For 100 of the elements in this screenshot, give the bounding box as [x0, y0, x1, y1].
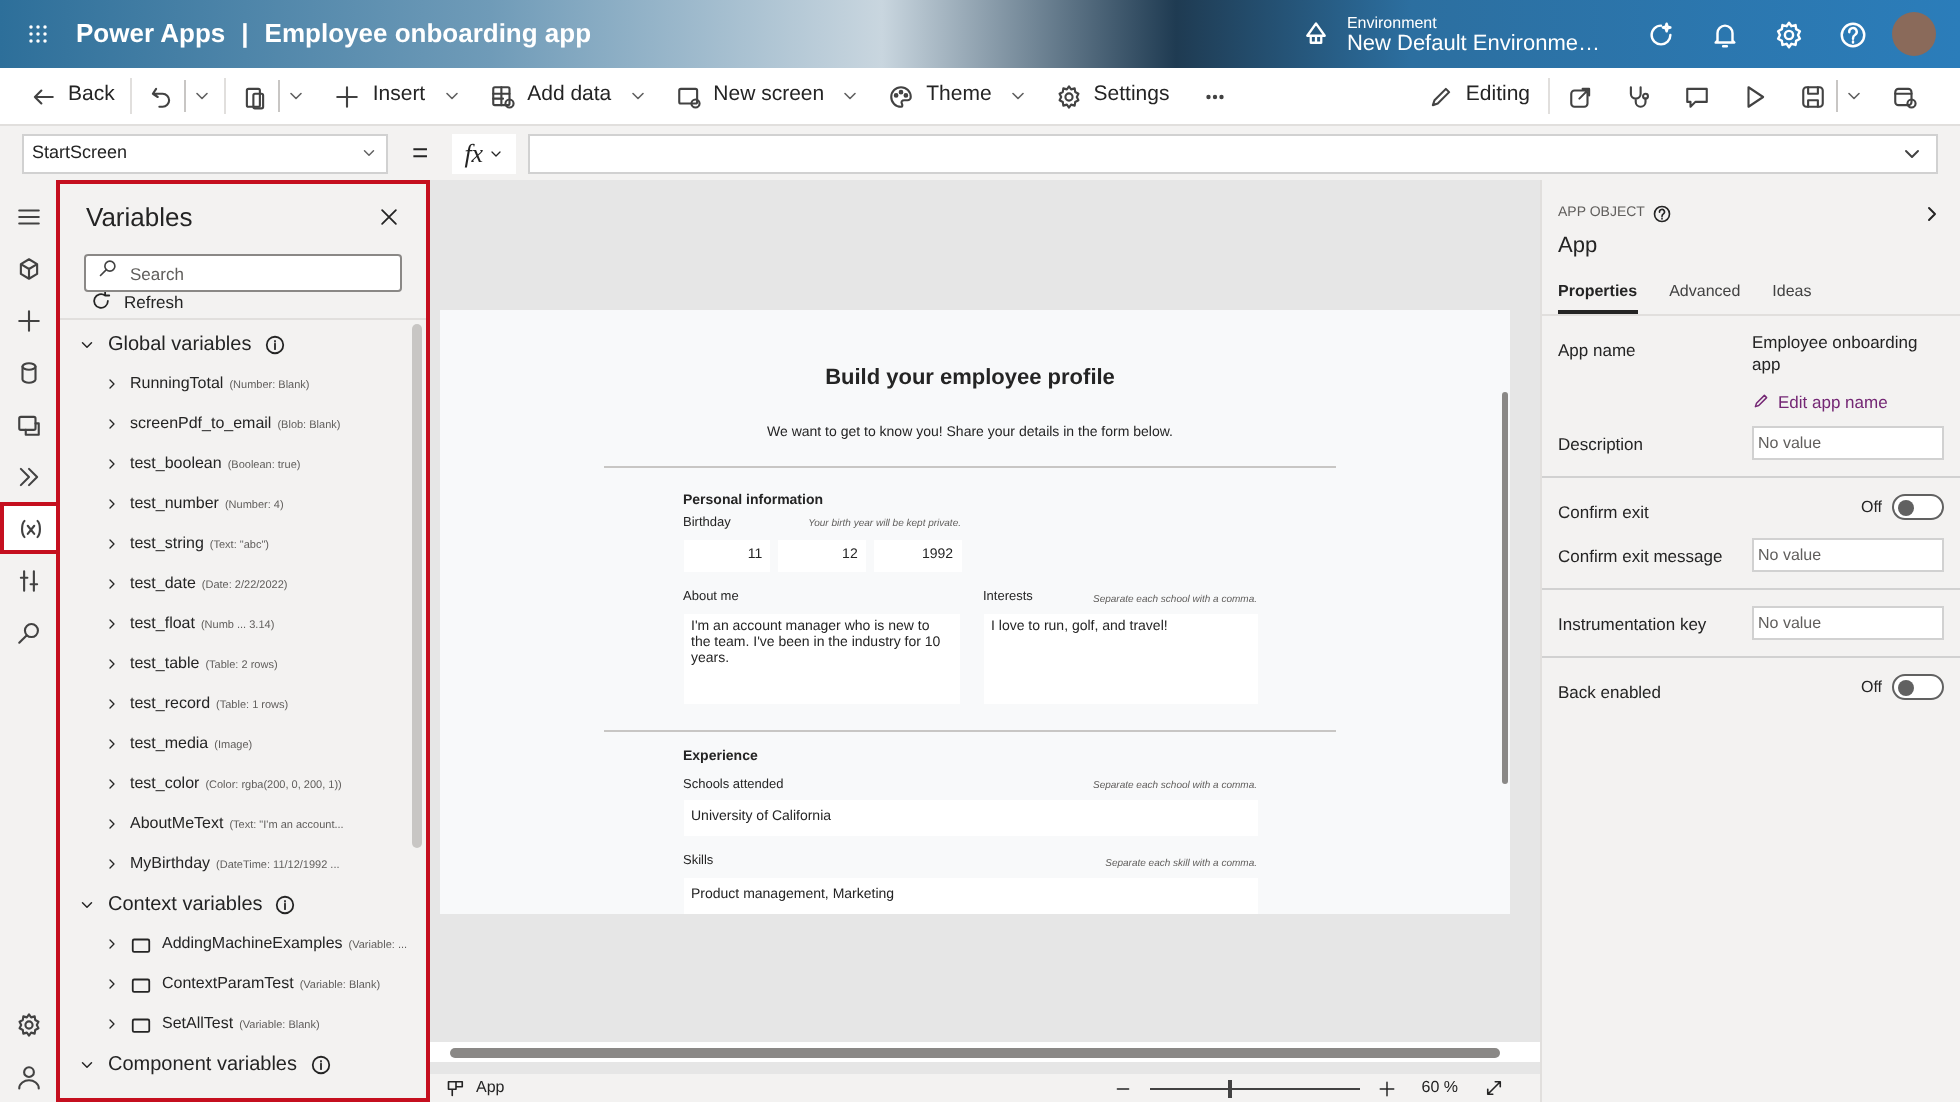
properties-tab[interactable]: Advanced [1669, 279, 1741, 313]
expand-button[interactable] [104, 536, 120, 553]
variable-name[interactable]: MyBirthday [130, 852, 211, 877]
toolbar-button[interactable]: Settings [1045, 74, 1180, 118]
slider-thumb[interactable] [1227, 1079, 1232, 1097]
edit-link[interactable]: Edit app name [1752, 389, 1944, 415]
expand-button[interactable] [104, 616, 120, 633]
screen-name[interactable]: App [476, 1076, 505, 1100]
toggle-switch[interactable] [1892, 494, 1944, 521]
scrollbar[interactable] [450, 1047, 1500, 1057]
property-label: Confirm exit [1558, 500, 1649, 526]
rectangle-icon [130, 1013, 152, 1036]
table-icon [489, 83, 516, 109]
variable-name[interactable]: test_number [130, 492, 219, 517]
search-icon [98, 257, 118, 277]
variable-name[interactable]: test_color [130, 772, 200, 797]
properties-tab[interactable]: Properties [1558, 279, 1638, 313]
environment-name: New Default Environme… [1346, 34, 1600, 56]
zoom-in-button[interactable] [1377, 1079, 1396, 1097]
app-launcher-button[interactable] [24, 20, 52, 48]
expand-button[interactable] [104, 776, 120, 793]
chevron-right-icon [104, 456, 120, 473]
variable-name[interactable]: SetAllTest [162, 1012, 234, 1037]
toolbar-button[interactable]: Theme [878, 74, 1002, 118]
scrollbar[interactable] [412, 324, 422, 849]
plus-icon [1377, 1079, 1396, 1097]
database-icon [15, 359, 41, 385]
refresh-button[interactable]: Refresh [90, 289, 426, 315]
property-value: Employee onboarding app [1752, 331, 1920, 375]
variable-name[interactable]: AddingMachineExamples [162, 932, 343, 957]
variable-name[interactable]: test_string [130, 532, 204, 557]
toolbar-button[interactable]: Insert [324, 74, 436, 118]
toolbar-button[interactable]: New screen [665, 74, 835, 118]
variable-name[interactable]: test_boolean [130, 452, 222, 477]
section-header[interactable]: Context variables [60, 884, 297, 925]
variable-name[interactable]: test_media [130, 732, 209, 757]
app-title: Employee onboarding app [264, 16, 592, 53]
toolbar-button[interactable]: Back [20, 74, 125, 118]
expand-button[interactable] [104, 696, 120, 713]
section-header[interactable]: Global variables [60, 324, 286, 365]
chevron-right-icon [104, 616, 120, 633]
chevron-right-icon [104, 656, 120, 673]
function-button[interactable]: fx [452, 133, 516, 173]
scrollbar[interactable] [1502, 392, 1508, 784]
variable-name[interactable]: RunningTotal [130, 372, 224, 397]
formula-input[interactable] [527, 133, 1938, 173]
chevron-right-icon [104, 536, 120, 553]
notifications-icon [1709, 19, 1739, 49]
share-icon [1568, 83, 1594, 109]
property-input[interactable]: No value [1752, 606, 1944, 640]
help-icon [1652, 204, 1673, 224]
property-label: App name [1558, 337, 1636, 363]
play-icon [1742, 83, 1768, 109]
help-icon [1837, 19, 1867, 49]
expand-button[interactable] [104, 456, 120, 473]
expand-button[interactable] [104, 736, 120, 753]
save-icon [1800, 83, 1826, 109]
info-icon [263, 333, 286, 356]
expand-button[interactable] [104, 976, 120, 993]
pencil-icon [1427, 83, 1454, 109]
property-input[interactable]: No value [1752, 426, 1944, 461]
variable-name[interactable]: test_float [130, 612, 195, 637]
expand-button[interactable] [104, 496, 120, 513]
variable-name[interactable]: test_date [130, 572, 196, 597]
environment-label: Environment [1346, 12, 1439, 34]
form-title: Build your employee profile [825, 364, 1115, 394]
toolbar-button[interactable]: Add data [479, 74, 622, 118]
expand-button[interactable] [104, 936, 120, 953]
expand-button[interactable] [104, 576, 120, 593]
toolbar-button[interactable]: Editing [1417, 74, 1540, 118]
toggle-switch[interactable] [1892, 674, 1944, 700]
expand-button[interactable] [104, 376, 120, 393]
close-button[interactable] [378, 206, 400, 229]
variables-tab[interactable] [0, 502, 56, 554]
variable-name[interactable]: test_record [130, 692, 211, 717]
variable-name[interactable]: AboutMeText [130, 812, 224, 837]
expand-button[interactable] [104, 816, 120, 833]
expand-button[interactable] [104, 656, 120, 673]
expand-button[interactable] [104, 416, 120, 433]
variable-name[interactable]: ContextParamTest [162, 972, 294, 997]
person-icon [15, 1063, 41, 1089]
variable-name[interactable]: test_table [130, 652, 200, 677]
expand-button[interactable] [104, 1016, 120, 1033]
paste-icon [242, 83, 269, 109]
chevron-right-icon [104, 576, 120, 593]
search-field[interactable]: Search [84, 254, 402, 292]
environment-picker[interactable]: Environment New Default Environme… [1302, 12, 1600, 56]
chevron-right-icon [104, 1016, 120, 1033]
toggle-state: Off [1860, 675, 1882, 699]
section-header[interactable]: Component variables [60, 1044, 331, 1085]
waffle-icon [24, 20, 52, 48]
settings-icon [1055, 83, 1082, 109]
palette-icon [888, 83, 915, 109]
properties-tab[interactable]: Ideas [1772, 279, 1812, 313]
expand-button[interactable] [104, 856, 120, 873]
chevron-right-icon [104, 496, 120, 513]
fullscreen-button[interactable] [1484, 1078, 1504, 1098]
variable-name[interactable]: screenPdf_to_email [130, 412, 272, 437]
property-dropdown[interactable]: StartScreen [22, 133, 388, 173]
property-input[interactable]: No value [1752, 538, 1944, 572]
